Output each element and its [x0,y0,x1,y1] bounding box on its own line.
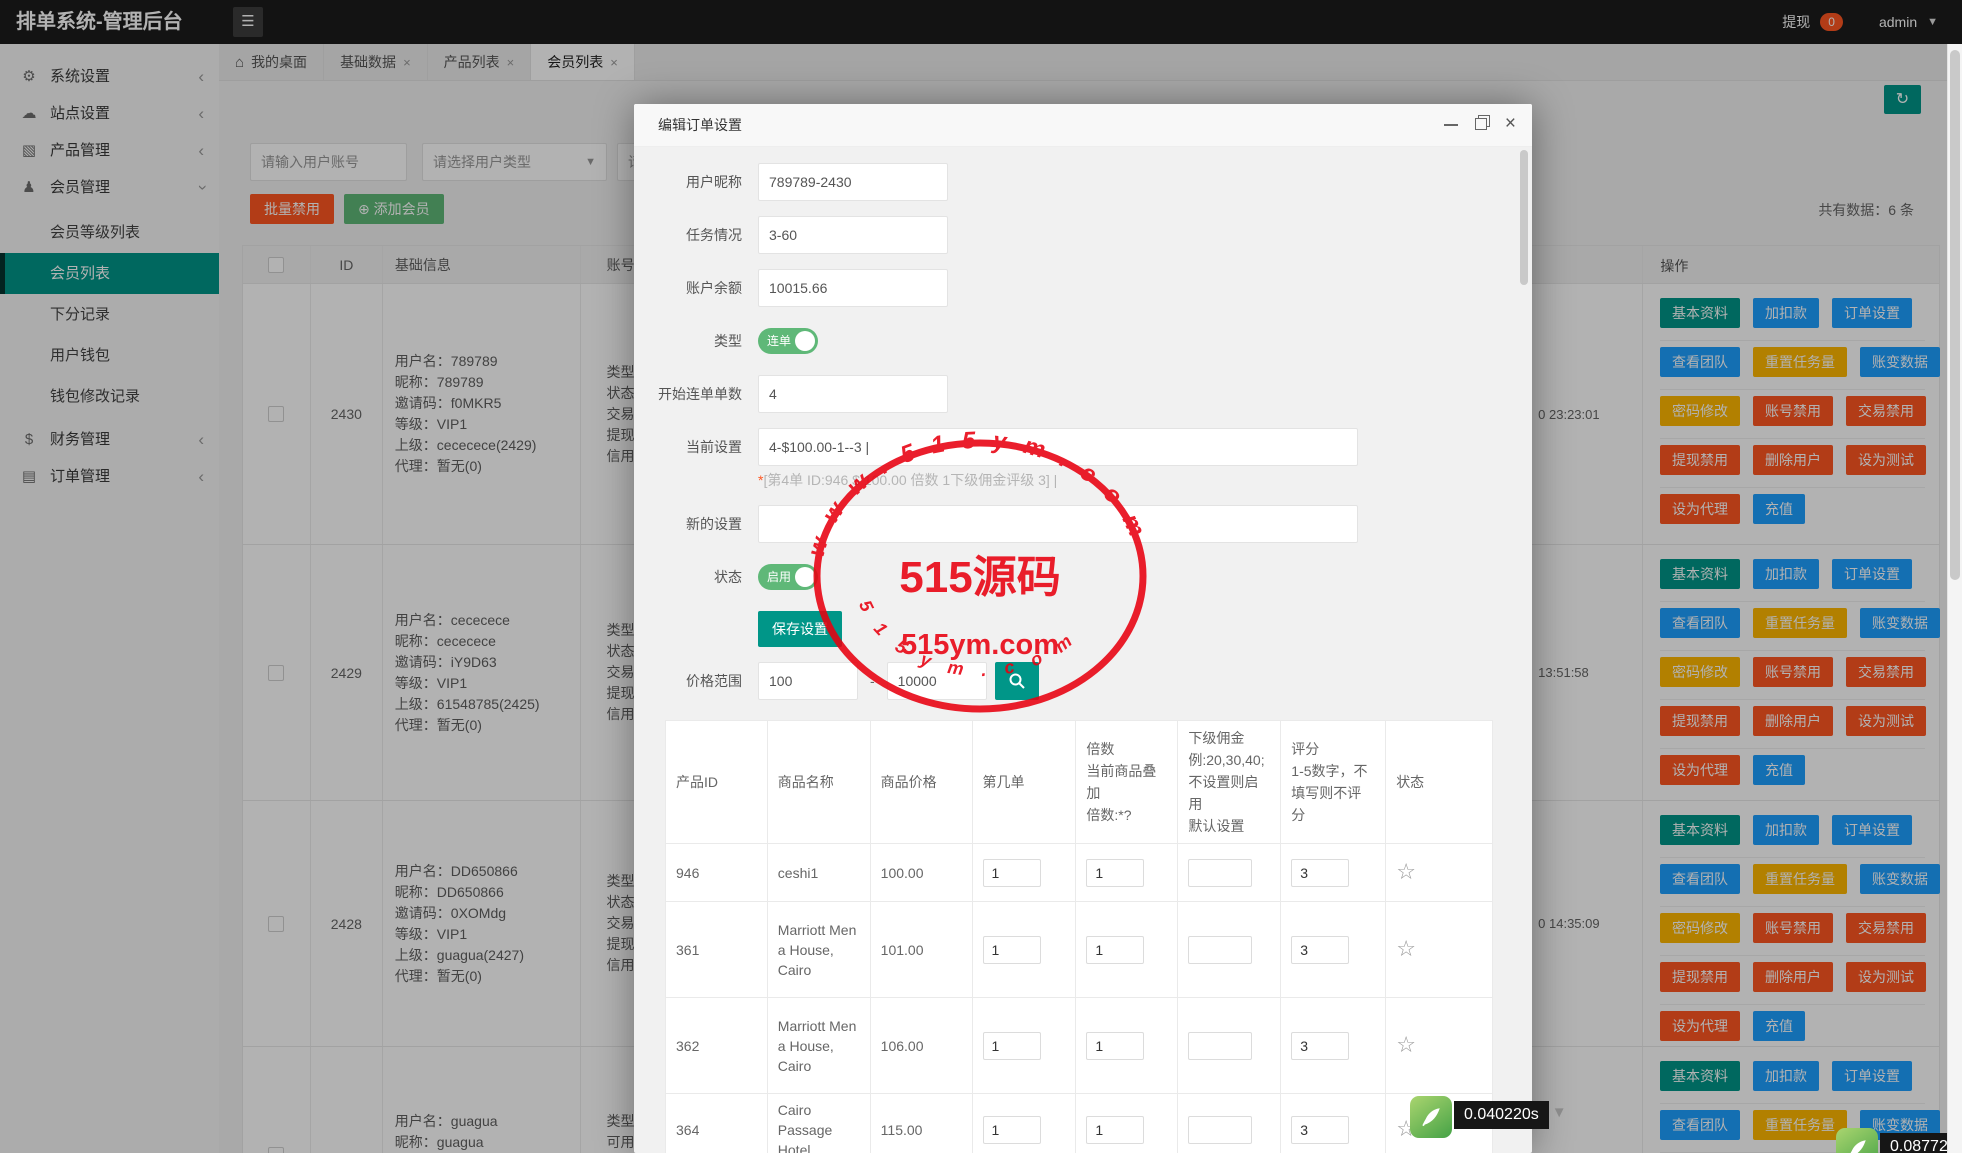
nth-order-input[interactable] [983,1116,1041,1144]
triangle-down-icon: ▼ [1552,1104,1567,1121]
multiple-input[interactable] [1086,1032,1144,1060]
product-name: Cairo Passage Hotel [767,1094,870,1153]
type-label: 类型 [634,322,742,360]
leaf-icon [1410,1096,1452,1138]
product-col-header: 下级佣金 例:20,30,40; 不设置则启用 默认设置 [1178,721,1281,844]
svg-text:w w w . 5 1 5 y m . c o m: w w w . 5 1 5 y m . c o m [803,427,1153,560]
product-row: 361Marriott Men a House, Cairo101.00 ☆ [666,902,1493,998]
product-status-cell: ☆ [1386,844,1493,902]
type-toggle-label: 连单 [767,334,791,348]
modal-scrollbar-thumb[interactable] [1520,150,1528,285]
product-multiple-cell [1076,1094,1178,1153]
watermark-sub-text: 515ym.com [901,629,1059,661]
perf-badge: 0.040220s ▼ [1410,1096,1567,1138]
page-scrollbar[interactable] [1947,44,1962,1153]
start-count-label: 开始连单单数 [634,375,742,413]
product-id: 362 [666,998,768,1094]
product-commission-cell [1178,998,1281,1094]
commission-input[interactable] [1188,859,1252,887]
product-row: 362Marriott Men a House, Cairo106.00 ☆ [666,998,1493,1094]
balance-input[interactable] [758,269,948,307]
watermark-center-text: 515源码 [899,553,1060,602]
product-price: 115.00 [870,1094,972,1153]
product-row: 946ceshi1100.00 ☆ [666,844,1493,902]
product-id: 946 [666,844,768,902]
rating-input[interactable] [1291,1032,1349,1060]
product-price: 106.00 [870,998,972,1094]
product-id: 361 [666,902,768,998]
product-nth-cell [972,998,1076,1094]
product-commission-cell [1178,844,1281,902]
balance-label: 账户余额 [634,269,742,307]
scrollbar-thumb[interactable] [1950,50,1960,580]
task-label: 任务情况 [634,216,742,254]
product-multiple-cell [1076,998,1178,1094]
star-icon[interactable]: ☆ [1396,1032,1416,1057]
commission-input[interactable] [1188,1116,1252,1144]
rating-input[interactable] [1291,1116,1349,1144]
status-label: 状态 [634,558,742,596]
nth-order-input[interactable] [983,1032,1041,1060]
product-col-header: 评分 1-5数字，不 填写则不评分 [1281,721,1386,844]
new-setting-label: 新的设置 [634,505,742,543]
rating-input[interactable] [1291,859,1349,887]
product-nth-cell [972,844,1076,902]
multiple-input[interactable] [1086,1116,1144,1144]
perf-badge: 0.087720s ▼ [1836,1128,1962,1153]
perf-time: 0.040220s [1454,1101,1549,1129]
leaf-icon [1836,1128,1878,1153]
product-id: 364 [666,1094,768,1153]
product-col-header: 产品ID [666,721,768,844]
multiple-input[interactable] [1086,936,1144,964]
price-range-label: 价格范围 [634,662,742,700]
product-status-cell: ☆ [1386,998,1493,1094]
nth-order-input[interactable] [983,859,1041,887]
task-input[interactable] [758,216,948,254]
nickname-input[interactable] [758,163,948,201]
product-status-cell: ☆ [1386,902,1493,998]
product-commission-cell [1178,902,1281,998]
watermark-arc-top: w w w . 5 1 5 y m . c o m [803,427,1153,560]
product-nth-cell [972,1094,1076,1153]
product-multiple-cell [1076,844,1178,902]
nth-order-input[interactable] [983,936,1041,964]
rating-input[interactable] [1291,936,1349,964]
star-icon[interactable]: ☆ [1396,936,1416,961]
multiple-input[interactable] [1086,859,1144,887]
commission-input[interactable] [1188,1032,1252,1060]
product-rating-cell [1281,998,1386,1094]
product-commission-cell [1178,1094,1281,1153]
minimize-icon[interactable] [1444,124,1458,126]
product-row: 364Cairo Passage Hotel115.00☆ [666,1094,1493,1153]
product-name: Marriott Men a House, Cairo [767,998,870,1094]
type-toggle[interactable]: 连单 [758,328,818,354]
current-setting-label: 当前设置 [634,428,742,466]
product-rating-cell [1281,1094,1386,1153]
product-name: Marriott Men a House, Cairo [767,902,870,998]
product-multiple-cell [1076,902,1178,998]
modal-titlebar: 编辑订单设置 × [634,104,1532,147]
product-name: ceshi1 [767,844,870,902]
product-rating-cell [1281,844,1386,902]
maximize-icon[interactable] [1475,118,1487,130]
star-icon[interactable]: ☆ [1396,859,1416,884]
watermark-stamp: w w w . 5 1 5 y m . c o m 5 1 5 y m . c … [780,406,1180,746]
product-price: 100.00 [870,844,972,902]
product-col-header: 状态 [1386,721,1493,844]
modal-title: 编辑订单设置 [658,104,742,147]
product-price: 101.00 [870,902,972,998]
nickname-label: 用户昵称 [634,163,742,201]
close-icon[interactable]: × [1505,113,1516,135]
commission-input[interactable] [1188,936,1252,964]
product-nth-cell [972,902,1076,998]
toggle-knob [795,331,815,351]
modal-products-table: 产品ID商品名称商品价格第几单倍数 当前商品叠加 倍数:*?下级佣金 例:20,… [665,720,1493,1153]
product-rating-cell [1281,902,1386,998]
